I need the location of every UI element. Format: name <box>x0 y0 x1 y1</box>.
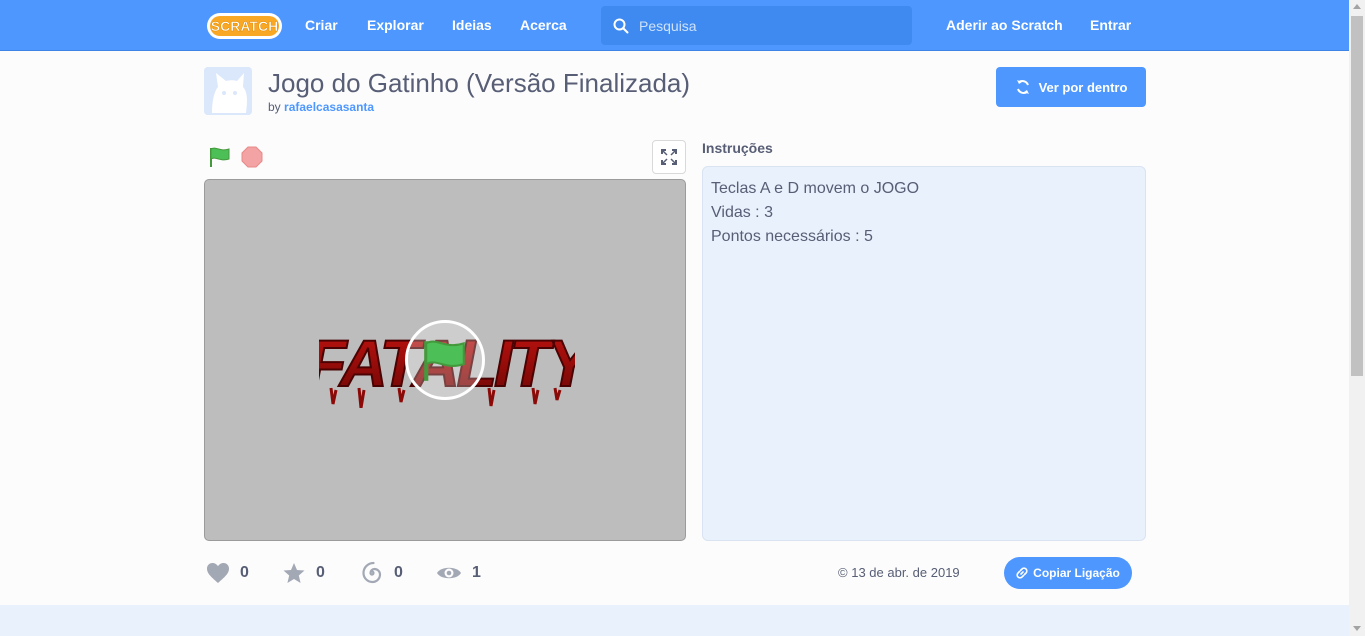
remix-arrows-icon <box>1016 79 1029 95</box>
views-count: 1 <box>472 564 481 581</box>
copy-link-button[interactable]: Copiar Ligação <box>1004 557 1132 589</box>
remix-stat: 0 <box>360 561 403 585</box>
remix-spiral-icon <box>362 561 382 584</box>
project-byline: by rafaelcasasanta <box>268 100 374 114</box>
link-icon <box>1016 567 1028 579</box>
love-stat[interactable]: 0 <box>206 561 249 585</box>
instructions-line: Vidas : 3 <box>711 204 773 221</box>
see-inside-button[interactable]: Ver por dentro <box>996 67 1146 107</box>
heart-icon <box>207 563 229 583</box>
love-count: 0 <box>240 564 249 581</box>
fullscreen-icon <box>661 149 677 165</box>
fullscreen-button[interactable] <box>652 140 686 174</box>
author-link[interactable]: rafaelcasasanta <box>284 100 374 114</box>
scroll-up-arrow-icon[interactable] <box>1353 4 1361 9</box>
author-avatar[interactable] <box>204 67 252 115</box>
stop-icon[interactable] <box>241 146 263 168</box>
instructions-box: Teclas A e D movem o JOGO Vidas : 3 Pont… <box>702 166 1146 541</box>
see-inside-label: Ver por dentro <box>1038 79 1128 95</box>
share-date-text: 13 de abr. de 2019 <box>851 565 960 580</box>
favorite-stat[interactable]: 0 <box>282 561 325 585</box>
scratch-logo[interactable]: SCRATCH <box>206 11 283 41</box>
search-icon <box>613 18 629 34</box>
search-bar <box>601 6 912 45</box>
sign-in-link[interactable]: Entrar <box>1090 0 1131 51</box>
project-title: Jogo do Gatinho (Versão Finalizada) <box>268 68 691 98</box>
copy-link-label: Copiar Ligação <box>1033 566 1120 580</box>
join-scratch-link[interactable]: Aderir ao Scratch <box>946 0 1063 51</box>
copyright-icon: © <box>838 565 848 580</box>
views-stat: 1 <box>436 561 481 585</box>
search-input[interactable] <box>639 6 899 45</box>
nav-link-create[interactable]: Criar <box>305 0 338 51</box>
favorite-count: 0 <box>316 564 325 581</box>
share-date: © 13 de abr. de 2019 <box>838 565 960 580</box>
by-label: by <box>268 100 281 114</box>
nav-link-about[interactable]: Acerca <box>520 0 567 51</box>
nav-link-explore[interactable]: Explorar <box>367 0 424 51</box>
instructions-line: Teclas A e D movem o JOGO <box>711 180 920 197</box>
big-green-flag-icon <box>424 340 465 381</box>
scrollbar-thumb[interactable] <box>1351 16 1363 376</box>
cat-avatar-icon <box>204 67 252 115</box>
logo-text: SCRATCH <box>211 18 278 34</box>
nav-link-ideas[interactable]: Ideias <box>452 0 492 51</box>
scroll-down-arrow-icon[interactable] <box>1353 626 1361 631</box>
eye-icon <box>437 567 461 579</box>
start-flag-overlay[interactable] <box>405 320 485 400</box>
project-stage[interactable]: FATALITY <box>204 179 686 541</box>
navbar: SCRATCH Criar Explorar Ideias Acerca Ade… <box>0 0 1349 51</box>
star-icon <box>283 563 305 583</box>
remix-count: 0 <box>394 564 403 581</box>
green-flag-icon[interactable] <box>208 146 232 168</box>
instructions-heading: Instruções <box>702 140 773 156</box>
instructions-line: Pontos necessários : 5 <box>711 228 873 245</box>
footer-strip <box>0 605 1349 636</box>
